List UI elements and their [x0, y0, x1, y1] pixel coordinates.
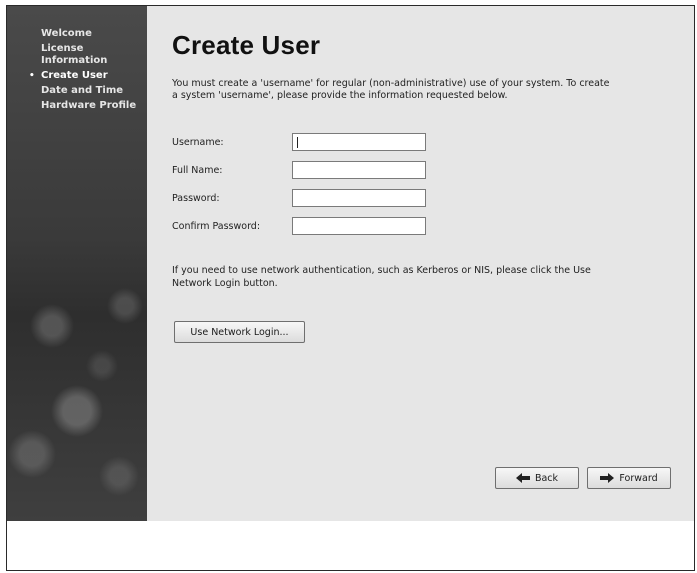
- forward-label: Forward: [619, 472, 658, 484]
- password-label: Password:: [172, 193, 220, 204]
- full-name-field[interactable]: [292, 161, 426, 179]
- confirm-password-row: Confirm Password:: [172, 217, 472, 237]
- step-label: Welcome: [41, 28, 92, 39]
- arrow-left-icon: [515, 473, 530, 483]
- confirm-password-label: Confirm Password:: [172, 221, 261, 232]
- step-item-create-user: • Create User: [17, 70, 143, 82]
- password-row: Password:: [172, 189, 472, 209]
- username-field[interactable]: [292, 133, 426, 151]
- use-network-login-label: Use Network Login...: [190, 326, 289, 338]
- main-panel: Create User You must create a 'username'…: [147, 6, 694, 521]
- step-label: Hardware Profile: [41, 100, 137, 111]
- use-network-login-button[interactable]: Use Network Login...: [174, 321, 305, 343]
- back-label: Back: [534, 472, 559, 484]
- firstboot-window: Welcome License Information • Create Use…: [6, 5, 695, 571]
- step-item-hardware-profile: Hardware Profile: [17, 100, 143, 112]
- intro-text: You must create a 'username' for regular…: [172, 78, 610, 101]
- step-label: Date and Time: [41, 85, 124, 96]
- step-label: License Information: [41, 43, 108, 66]
- step-item-license-information: License Information: [17, 43, 143, 67]
- full-name-label: Full Name:: [172, 165, 223, 176]
- step-item-date-and-time: Date and Time: [17, 85, 143, 97]
- arrow-right-icon: [600, 473, 615, 483]
- full-name-row: Full Name:: [172, 161, 472, 181]
- page-title: Create User: [172, 30, 321, 60]
- step-label: Create User: [41, 70, 108, 81]
- back-button[interactable]: Back: [495, 467, 579, 489]
- username-row: Username:: [172, 133, 472, 153]
- confirm-password-field[interactable]: [292, 217, 426, 235]
- password-field[interactable]: [292, 189, 426, 207]
- current-step-bullet-icon: •: [29, 71, 35, 81]
- text-cursor: [297, 137, 298, 148]
- forward-button[interactable]: Forward: [587, 467, 671, 489]
- network-login-info-text: If you need to use network authenticatio…: [172, 265, 591, 289]
- step-list: Welcome License Information • Create Use…: [17, 28, 143, 115]
- step-sidebar: Welcome License Information • Create Use…: [7, 6, 147, 521]
- step-item-welcome: Welcome: [17, 28, 143, 40]
- username-label: Username:: [172, 137, 224, 148]
